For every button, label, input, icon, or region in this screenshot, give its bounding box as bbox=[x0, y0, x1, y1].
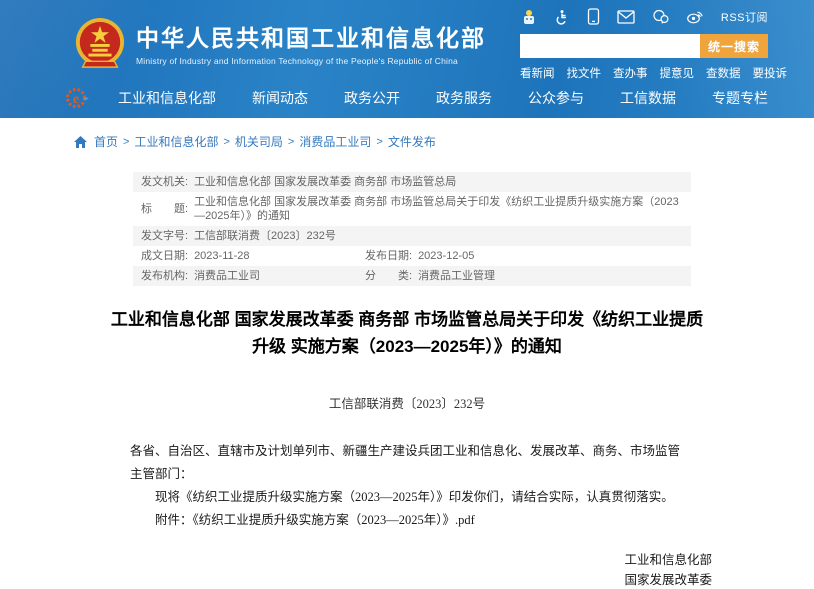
breadcrumb-separator: > bbox=[223, 136, 229, 148]
search-zone: 统一搜索 看新闻 找文件 查办事 提意见 查数据 要投诉 bbox=[520, 34, 768, 81]
meta-label: 发文字号: bbox=[141, 229, 188, 243]
site-title: 中华人民共和国工业和信息化部 bbox=[136, 23, 486, 53]
nav-item-gov-affairs[interactable]: 政务公开 bbox=[344, 88, 400, 108]
breadcrumb-ministry[interactable]: 工业和信息化部 bbox=[134, 133, 218, 150]
meta-value: 消费品工业管理 bbox=[418, 269, 495, 283]
unified-search-button[interactable]: 统一搜索 bbox=[700, 34, 768, 58]
meta-label: 发布机构: bbox=[141, 269, 188, 283]
rss-subscribe-link[interactable]: RSS订阅 bbox=[721, 9, 768, 25]
document-meta-table: 发文机关: 工业和信息化部 国家发展改革委 商务部 市场监管总局 标 题: 工业… bbox=[133, 172, 691, 286]
breadcrumb-separator: > bbox=[123, 136, 129, 148]
nav-item-ministry[interactable]: 工业和信息化部 bbox=[118, 88, 216, 108]
main-navigation: e 工业和信息化部 新闻动态 政务公开 政务服务 公众参与 工信数据 专题专栏 bbox=[0, 78, 814, 118]
national-emblem-icon bbox=[74, 17, 126, 71]
mail-icon[interactable] bbox=[617, 10, 635, 24]
signature-miit: 工业和信息化部 bbox=[100, 550, 712, 570]
meta-label: 标 题: bbox=[141, 202, 188, 216]
salutation-paragraph: 各省、自治区、直辖市及计划单列市、新疆生产建设兵团工业和信息化、发展改革、商务、… bbox=[130, 440, 684, 486]
page: RSS订阅 中华人民共和国工业和信息化部 Ministry of Industr… bbox=[0, 0, 814, 589]
meta-row-issuing-agency: 发文机关: 工业和信息化部 国家发展改革委 商务部 市场监管总局 bbox=[133, 172, 691, 192]
document-body: 各省、自治区、直辖市及计划单列市、新疆生产建设兵团工业和信息化、发展改革、商务、… bbox=[130, 440, 684, 532]
weibo-icon[interactable] bbox=[686, 9, 704, 24]
meta-value: 2023-12-05 bbox=[418, 249, 474, 263]
accessibility-icon[interactable] bbox=[554, 9, 570, 25]
wechat-icon[interactable] bbox=[652, 9, 669, 24]
home-icon bbox=[74, 136, 87, 148]
utility-icon-row: RSS订阅 bbox=[521, 8, 768, 25]
nav-item-news[interactable]: 新闻动态 bbox=[252, 88, 308, 108]
breadcrumb: 首页 > 工业和信息化部 > 机关司局 > 消费品工业司 > 文件发布 bbox=[0, 118, 814, 150]
breadcrumb-document-release[interactable]: 文件发布 bbox=[388, 133, 436, 150]
body-paragraph: 现将《纺织工业提质升级实施方案（2023—2025年）》印发你们，请结合实际，认… bbox=[130, 486, 684, 509]
nav-item-public-participation[interactable]: 公众参与 bbox=[528, 88, 584, 108]
meta-label: 分 类: bbox=[365, 269, 412, 283]
meta-row-dates: 成文日期: 2023-11-28 发布日期: 2023-12-05 bbox=[133, 246, 691, 266]
meta-label: 成文日期: bbox=[141, 249, 188, 263]
meta-value: 工业和信息化部 国家发展改革委 商务部 市场监管总局 bbox=[194, 175, 456, 189]
meta-value: 2023-11-28 bbox=[194, 249, 249, 263]
meta-row-publisher: 发布机构: 消费品工业司 分 类: 消费品工业管理 bbox=[133, 266, 691, 286]
signature-block: 工业和信息化部 国家发展改革委 商务部 市场监管总局 2023年11月28日 bbox=[100, 550, 712, 589]
breadcrumb-separator: > bbox=[288, 136, 294, 148]
document-title: 工业和信息化部 国家发展改革委 商务部 市场监管总局关于印发《纺织工业提质升级 … bbox=[107, 306, 707, 360]
meta-label: 发布日期: bbox=[365, 249, 412, 263]
nav-item-gov-services[interactable]: 政务服务 bbox=[436, 88, 492, 108]
article: 工业和信息化部 国家发展改革委 商务部 市场监管总局关于印发《纺织工业提质升级 … bbox=[0, 306, 814, 589]
meta-value: 工业和信息化部 国家发展改革委 商务部 市场监管总局关于印发《纺织工业提质升级实… bbox=[194, 195, 683, 223]
nav-item-special-topics[interactable]: 专题专栏 bbox=[712, 88, 768, 108]
breadcrumb-home[interactable]: 首页 bbox=[94, 133, 118, 150]
attachment-link[interactable]: 附件：《纺织工业提质升级实施方案（2023—2025年）》.pdf bbox=[130, 509, 684, 532]
mobile-icon[interactable] bbox=[587, 8, 600, 25]
breadcrumb-separator: > bbox=[376, 136, 382, 148]
meta-value: 消费品工业司 bbox=[194, 269, 260, 283]
meta-row-title: 标 题: 工业和信息化部 国家发展改革委 商务部 市场监管总局关于印发《纺织工业… bbox=[133, 192, 691, 226]
meta-row-doc-number: 发文字号: 工信部联消费〔2023〕232号 bbox=[133, 226, 691, 246]
nav-item-miit-data[interactable]: 工信数据 bbox=[620, 88, 676, 108]
meta-value: 工信部联消费〔2023〕232号 bbox=[194, 229, 336, 243]
site-header: RSS订阅 中华人民共和国工业和信息化部 Ministry of Industr… bbox=[0, 0, 814, 118]
breadcrumb-departments[interactable]: 机关司局 bbox=[235, 133, 283, 150]
svg-text:e: e bbox=[73, 92, 79, 107]
document-number: 工信部联消费〔2023〕232号 bbox=[100, 393, 714, 412]
search-input[interactable] bbox=[520, 34, 700, 58]
robot-icon[interactable] bbox=[521, 9, 537, 25]
site-brand: 中华人民共和国工业和信息化部 Ministry of Industry and … bbox=[74, 17, 486, 71]
breadcrumb-consumer-goods[interactable]: 消费品工业司 bbox=[299, 133, 371, 150]
miit-gear-logo-icon: e bbox=[64, 85, 90, 111]
site-subtitle: Ministry of Industry and Information Tec… bbox=[136, 56, 486, 66]
meta-label: 发文机关: bbox=[141, 175, 188, 189]
signature-ndrc: 国家发展改革委 bbox=[100, 570, 712, 589]
